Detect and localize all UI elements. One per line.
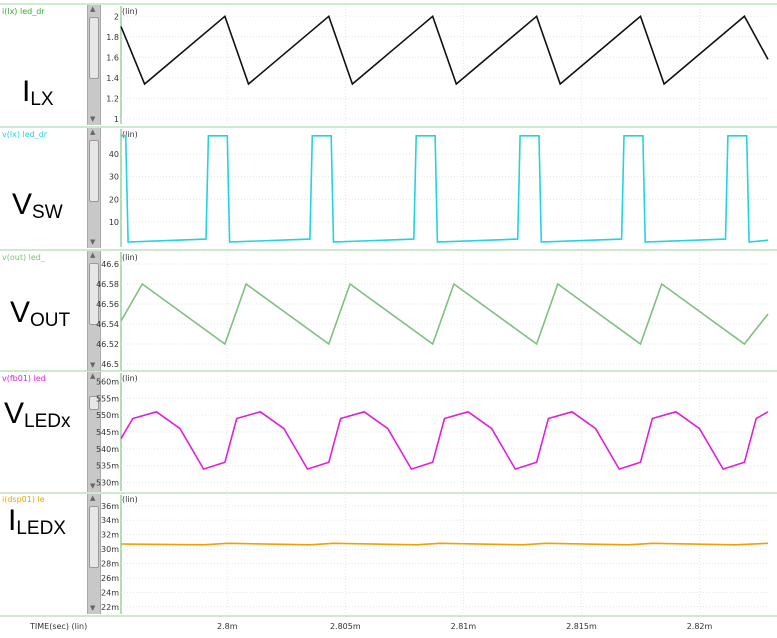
panel-3-y-tick-label: 46.56 (96, 300, 119, 309)
x-tick-label: 2.805m (329, 622, 361, 631)
waveform-plots: 2 1.8 1.6 1.4 1.2 1 40 30 20 10 46.6 46.58 46.56 46.5… (0, 3, 777, 617)
panel-2-y-tick-label: 10 (109, 218, 119, 227)
panel-3-y-tick-label: 46.54 (96, 320, 119, 329)
panel-3-y-tick-label: 46.52 (96, 340, 119, 349)
panel-5-y-tick-label: 24m (101, 588, 119, 597)
x-tick-label: 2.82m (686, 622, 713, 631)
panel-4-y-tick-label: 540m (96, 445, 119, 454)
panel-4-y-tick-label: 535m (96, 462, 119, 471)
panel-5-y-tick-label: 32m (101, 531, 119, 540)
panel-2-y-tick-label: 20 (109, 195, 119, 204)
panel-1-y-tick-label: 1.2 (106, 94, 119, 103)
waveform-viewer: ILX i(lx) led_dr (lin) VSW v(lx) led_dr … (0, 0, 777, 638)
panel-5-y-tick-label: 36m (101, 502, 119, 511)
panel-4-series-line (120, 410, 769, 471)
panel-1-series-line (120, 14, 769, 86)
panel-4-y-tick-label: 530m (96, 479, 119, 488)
panel-2-series-line (121, 135, 769, 243)
x-axis-label: TIME(sec) (lin) (30, 622, 88, 631)
panel-5-y-tick-label: 22m (101, 603, 119, 612)
x-tick-label: 2.8m (216, 622, 238, 631)
panel-4-y-tick-label: 560m (96, 377, 119, 386)
panel-1-y-tick-label: 1.6 (106, 53, 119, 62)
panel-5-y-tick-label: 30m (101, 545, 119, 554)
panel-2-y-tick-label: 40 (109, 150, 119, 159)
x-tick-label: 2.81m (450, 622, 477, 631)
panel-3-y-tick-label: 46.6 (101, 260, 119, 269)
panel-5-y-tick-label: 26m (101, 574, 119, 583)
panel-4-y-tick-label: 550m (96, 411, 119, 420)
x-tick-label: 2.815m (566, 622, 597, 631)
panel-1-y-tick-label: 1.8 (106, 33, 119, 42)
panel-1-y-tick-label: 1 (114, 115, 119, 124)
panel-3-y-tick-label: 46.58 (96, 280, 119, 289)
panel-3-y-tick-label: 46.5 (101, 360, 119, 369)
panel-1-y-tick-label: 2 (114, 12, 119, 21)
panel-3-series-line (120, 282, 769, 346)
panel-4-y-tick-label: 545m (96, 428, 119, 437)
panel-2-y-tick-label: 30 (109, 173, 119, 182)
panel-5-y-tick-label: 28m (101, 560, 119, 569)
panel-5-y-tick-label: 34m (101, 516, 119, 525)
panel-1-y-tick-label: 1.4 (106, 74, 119, 83)
panel-5-series-line (120, 542, 769, 546)
panel-4-y-tick-label: 555m (96, 394, 119, 403)
